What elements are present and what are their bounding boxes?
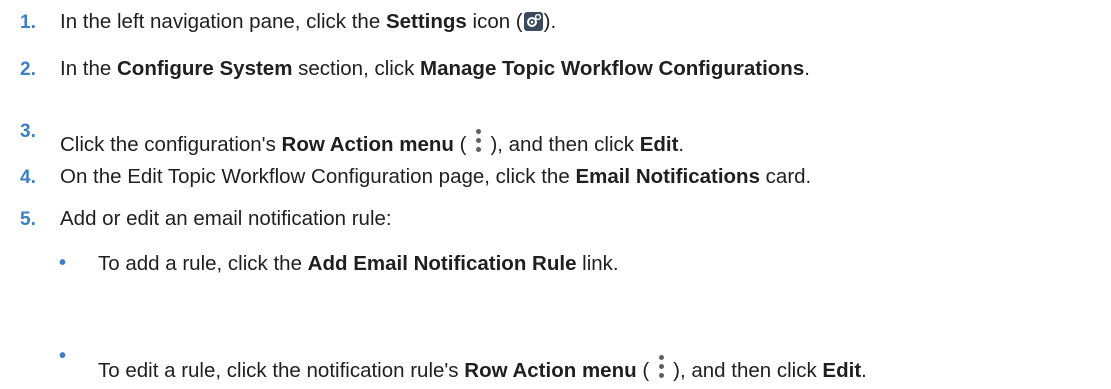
step-number: 2. — [20, 59, 36, 80]
settings-gear-icon — [523, 12, 543, 31]
step-text: In the left navigation pane, click the S… — [60, 10, 557, 33]
configure-system-label: Configure System — [117, 57, 293, 80]
email-notifications-label: Email Notifications — [575, 165, 760, 188]
sub-step-text: To add a rule, click the Add Email Notif… — [98, 252, 619, 275]
step-1: 1. In the left navigation pane, click th… — [0, 7, 1111, 37]
sub-step-text: To edit a rule, click the notification r… — [98, 345, 867, 389]
edit-label: Edit — [822, 359, 862, 382]
step-text: Click the configuration's Row Action men… — [60, 119, 684, 163]
step-text: In the Configure System section, click M… — [60, 57, 810, 80]
add-email-rule-label: Add Email Notification Rule — [307, 252, 577, 275]
manage-topic-workflow-label: Manage Topic Workflow Configurations — [420, 57, 805, 80]
row-action-menu-label: Row Action menu — [464, 359, 637, 382]
edit-label: Edit — [639, 133, 679, 156]
step-4: 4. On the Edit Topic Workflow Configurat… — [0, 162, 1111, 192]
step-number: 1. — [20, 12, 36, 33]
step-2: 2. In the Configure System section, clic… — [0, 54, 1111, 84]
bullet: • — [59, 252, 67, 274]
settings-label: Settings — [385, 10, 467, 33]
kebab-menu-icon — [468, 119, 488, 163]
kebab-menu-icon — [651, 345, 671, 389]
instruction-steps: 1. In the left navigation pane, click th… — [0, 0, 1111, 389]
step-text: On the Edit Topic Workflow Configuration… — [60, 165, 812, 188]
row-action-menu-label: Row Action menu — [281, 133, 454, 156]
step-text: Add or edit an email notification rule: — [60, 207, 392, 230]
step-5: 5. Add or edit an email notification rul… — [0, 204, 1111, 234]
step-3: 3. Click the configuration's Row Action … — [0, 116, 1111, 156]
step-number: 4. — [20, 167, 36, 188]
step-number: 3. — [20, 121, 36, 142]
step-number: 5. — [20, 209, 36, 230]
sub-step-edit-rule: • To edit a rule, click the notification… — [0, 342, 1111, 382]
bullet: • — [59, 345, 67, 367]
sub-step-add-rule: • To add a rule, click the Add Email Not… — [0, 249, 1111, 279]
